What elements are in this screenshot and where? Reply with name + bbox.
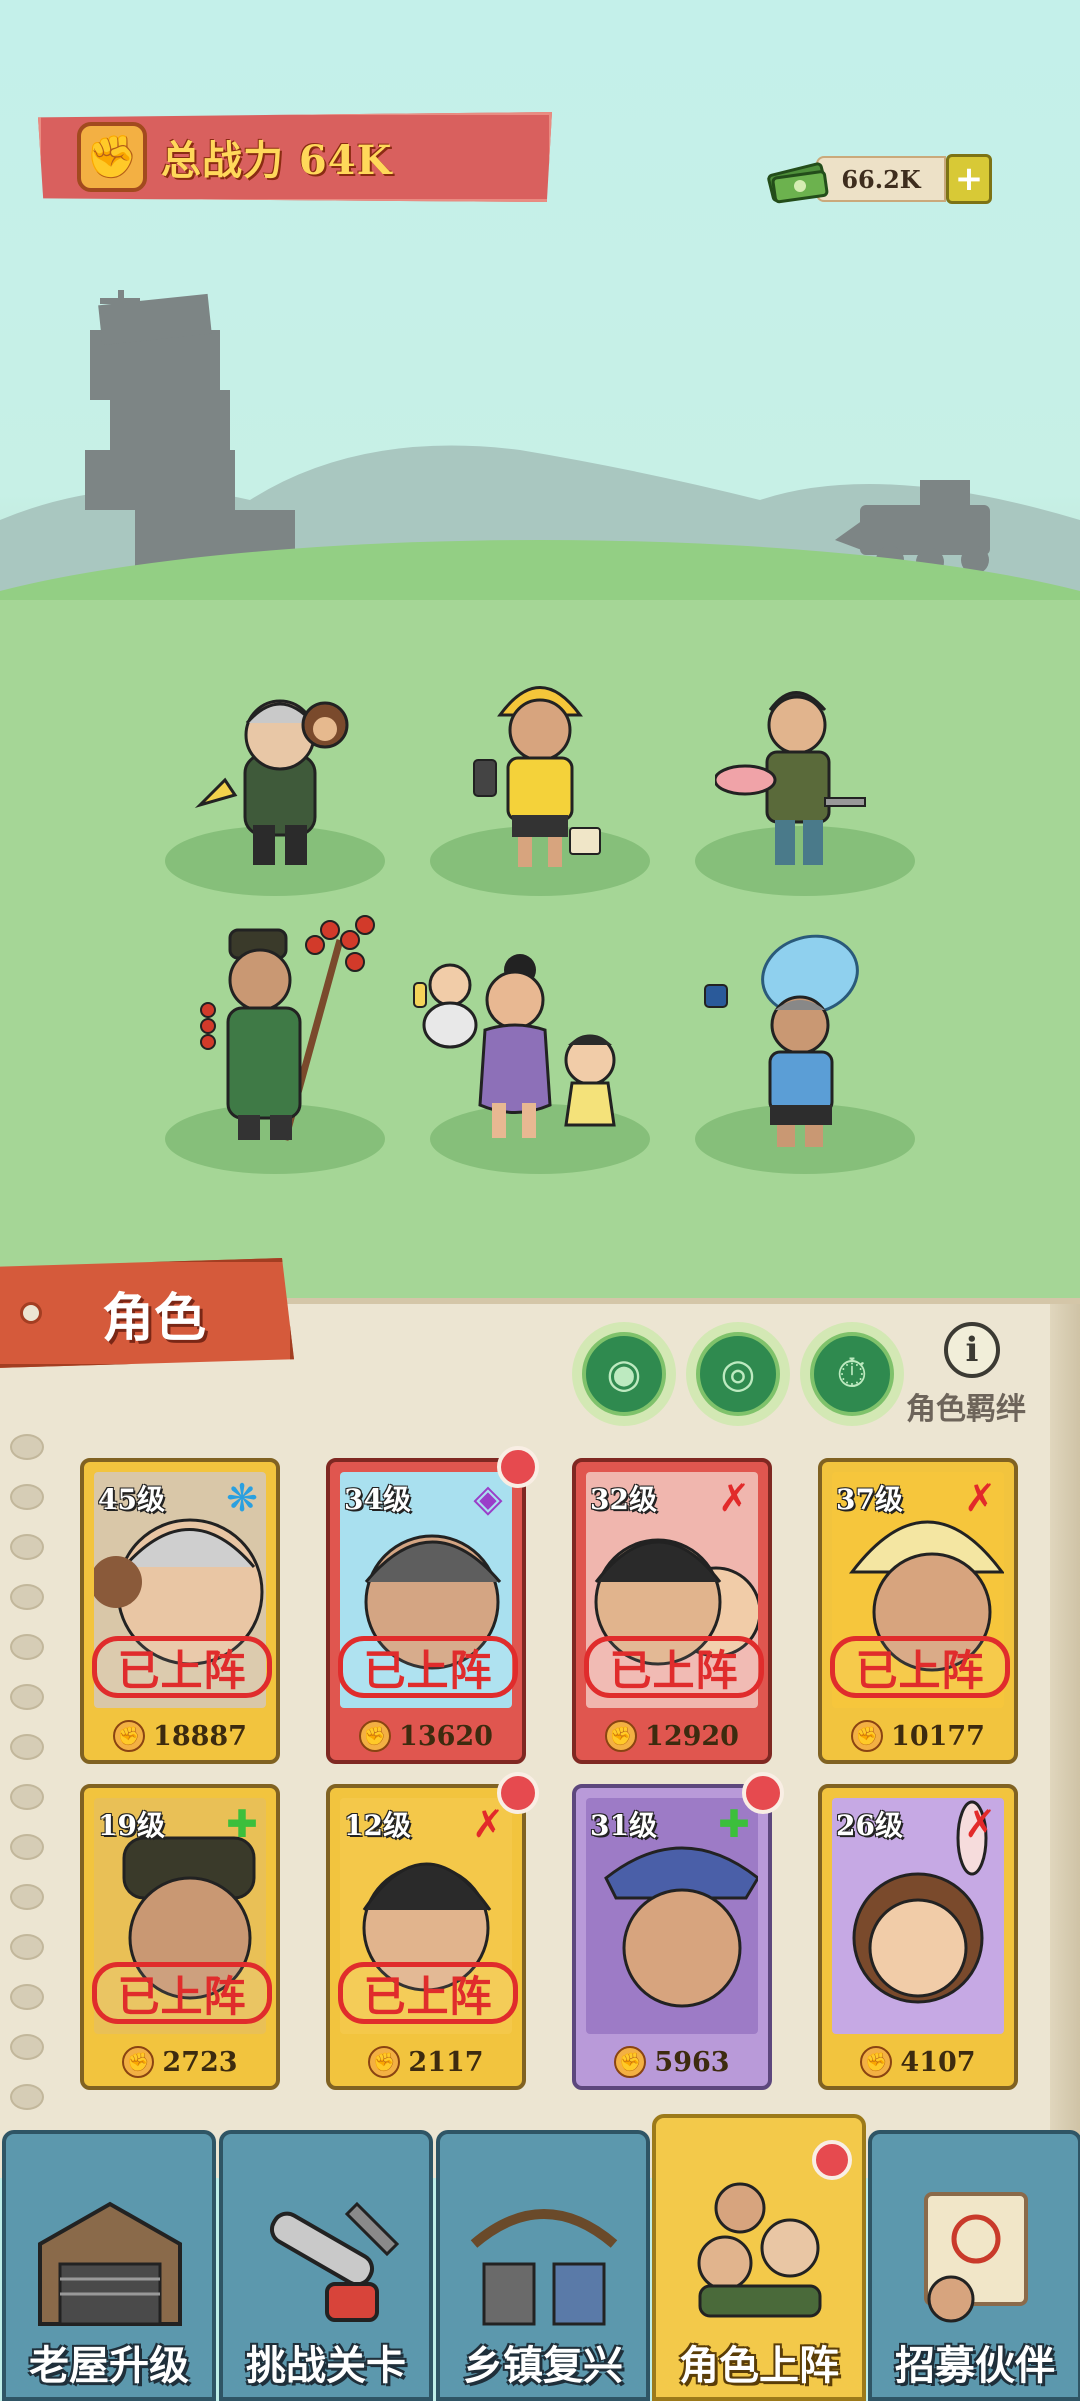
deployed-stamp: 已上阵: [92, 1636, 272, 1698]
character-level: 26级: [836, 1809, 903, 1842]
background-mountains: [0, 290, 1080, 620]
binder-hole: [10, 1784, 44, 1810]
stopwatch-icon: ⏱: [810, 1332, 894, 1416]
character-card[interactable]: 45级 ❋ 已上阵 ✊ 18887: [80, 1458, 280, 1764]
total-power-banner: ✊ 总战力 64K: [38, 112, 552, 202]
notification-dot: [497, 1446, 539, 1488]
binder-hole: [10, 1834, 44, 1860]
character-card[interactable]: 34级 ◈ 已上阵 ✊ 13620: [326, 1458, 526, 1764]
fist-icon: ✊: [77, 122, 147, 192]
heal-cross-icon: ✚: [226, 1802, 258, 1846]
hero-candy-seller[interactable]: [190, 910, 390, 1150]
add-cash-button[interactable]: +: [946, 154, 992, 204]
character-card[interactable]: 31级 ✚ ✊ 5963: [572, 1784, 772, 2090]
characters-icon: [697, 2182, 822, 2318]
sword-icon: ✗: [718, 1476, 750, 1520]
bond-button-swirl[interactable]: ◎: [686, 1322, 790, 1426]
house-icon: [38, 2201, 182, 2326]
hero-mother-kids[interactable]: [400, 935, 635, 1150]
deployed-stamp: 已上阵: [830, 1636, 1010, 1698]
binder-hole: [10, 1484, 44, 1510]
nav-tab-house-upgrade[interactable]: 老屋升级: [2, 2130, 216, 2401]
binder-hole: [10, 2034, 44, 2060]
cash-counter: 66.2K +: [766, 152, 992, 206]
mask-eyes-icon: ◉: [582, 1332, 666, 1416]
nav-tab-challenge[interactable]: 挑战关卡: [219, 2130, 433, 2401]
character-level: 12级: [344, 1809, 411, 1842]
swirl-icon: ◎: [696, 1332, 780, 1416]
character-power: ✊ 12920: [576, 1720, 768, 1752]
tag-hole: [20, 1302, 42, 1324]
binder-hole: [10, 1684, 44, 1710]
fist-icon: ✊: [605, 1720, 638, 1752]
fist-icon: ✊: [860, 2046, 893, 2078]
character-level: 32级: [590, 1483, 657, 1516]
binder-hole: [10, 1734, 44, 1760]
fist-icon: ✊: [359, 1720, 392, 1752]
hero-fishmonger[interactable]: [715, 670, 875, 875]
fist-icon: ✊: [851, 1720, 884, 1752]
character-power: ✊ 13620: [330, 1720, 522, 1752]
panel-tab-label: 角色: [101, 1288, 206, 1349]
character-power: ✊ 4107: [822, 2046, 1014, 2078]
nav-tab-town-revival[interactable]: 乡镇复兴: [436, 2130, 650, 2401]
recruit-icon: [924, 2192, 1028, 2323]
binder-hole: [10, 1584, 44, 1610]
character-power: ✊ 2117: [330, 2046, 522, 2078]
character-power: ✊ 5963: [576, 2046, 768, 2078]
character-card[interactable]: 37级 ✗ 已上阵 ✊ 10177: [818, 1458, 1018, 1764]
character-card[interactable]: 26级 ✗ ✊ 4107: [818, 1784, 1018, 2090]
chainsaw-icon: [269, 2201, 400, 2322]
character-power: ✊ 18887: [84, 1720, 276, 1752]
character-card[interactable]: 12级 ✗ 已上阵 ✊ 2117: [326, 1784, 526, 2090]
fist-icon: ✊: [122, 2046, 155, 2078]
binder-hole: [10, 1434, 44, 1460]
fist-icon: ✊: [614, 2046, 647, 2078]
bottom-nav: 老屋升级 挑战关卡 乡镇复兴 角色上阵 招募伙伴: [0, 2114, 1080, 2401]
nav-tab-recruit[interactable]: 招募伙伴: [868, 2130, 1080, 2401]
hero-delivery-man[interactable]: [460, 660, 620, 875]
character-power: ✊ 10177: [822, 1720, 1014, 1752]
sword-icon: ✗: [964, 1476, 996, 1520]
notification-dot: [497, 1772, 539, 1814]
character-level: 45级: [98, 1483, 165, 1516]
binder-hole: [10, 1534, 44, 1560]
bond-button-stealth[interactable]: ◉: [572, 1322, 676, 1426]
deployed-stamp: 已上阵: [92, 1962, 272, 2024]
fist-icon: ✊: [368, 2046, 401, 2078]
hero-old-man-monkey[interactable]: [185, 675, 375, 875]
notification-dot: [742, 1772, 784, 1814]
notification-dot: [812, 2140, 852, 2180]
character-level: 34级: [344, 1483, 411, 1516]
character-card[interactable]: 19级 ✚ 已上阵 ✊ 2723: [80, 1784, 280, 2090]
cash-stack-icon: [767, 162, 829, 204]
bond-label[interactable]: 角色羁绊: [906, 1384, 1026, 1428]
hero-water-carrier[interactable]: [695, 930, 885, 1150]
binder-hole: [10, 1984, 44, 2010]
battle-scene: ✊ 总战力 64K 66.2K +: [0, 0, 1080, 1300]
character-level: 37级: [836, 1483, 903, 1516]
character-card[interactable]: 32级 ✗ 已上阵 ✊ 12920: [572, 1458, 772, 1764]
sword-icon: ✗: [964, 1802, 996, 1846]
info-icon[interactable]: i: [944, 1322, 1000, 1378]
fist-icon: ✊: [113, 1720, 146, 1752]
market-icon: [470, 2209, 618, 2326]
deployed-stamp: 已上阵: [584, 1636, 764, 1698]
character-power: ✊ 2723: [84, 2046, 276, 2078]
binder-hole: [10, 1934, 44, 1960]
total-power-text: 总战力 64K: [161, 137, 393, 184]
binder-hole: [10, 1634, 44, 1660]
panel-tab-characters[interactable]: 角色: [0, 1258, 294, 1368]
cash-value: 66.2K: [816, 156, 946, 202]
paw-icon: ❋: [226, 1476, 258, 1520]
character-level: 31级: [590, 1809, 657, 1842]
character-level: 19级: [98, 1809, 165, 1842]
deployed-stamp: 已上阵: [338, 1962, 518, 2024]
binder-hole: [10, 1884, 44, 1910]
binder-hole: [10, 2084, 44, 2110]
deployed-stamp: 已上阵: [338, 1636, 518, 1698]
bond-button-timer[interactable]: ⏱: [800, 1322, 904, 1426]
